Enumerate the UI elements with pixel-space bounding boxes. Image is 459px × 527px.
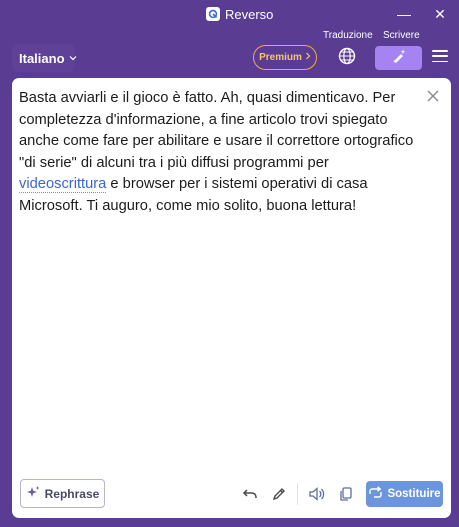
chevron-right-icon: [305, 52, 311, 63]
premium-button[interactable]: Premium: [253, 45, 317, 70]
chevron-down-icon: [69, 53, 77, 63]
pencil-icon[interactable]: [268, 483, 290, 505]
title-bar[interactable]: Reverso — ✕: [0, 0, 459, 28]
replace-label: Sostituire: [387, 488, 441, 500]
copy-icon[interactable]: [335, 483, 357, 505]
language-select[interactable]: Italiano: [12, 44, 77, 72]
translate-mode-label: Traduzione: [323, 30, 373, 41]
write-mode-label: Scrivere: [383, 30, 420, 41]
editor-card: Basta avviarli e il gioco è fatto. Ah, q…: [12, 78, 451, 518]
toolbar-divider: [297, 483, 298, 505]
globe-icon: [338, 47, 356, 70]
editor-text-before-link: Basta avviarli e il gioco è fatto. Ah, q…: [19, 90, 414, 171]
hamburger-icon[interactable]: [432, 48, 448, 64]
premium-label: Premium: [259, 52, 302, 63]
reverso-logo-icon: [206, 7, 220, 21]
close-icon[interactable]: [426, 89, 440, 103]
write-mode-button[interactable]: [375, 46, 422, 70]
replace-button[interactable]: Sostituire: [366, 481, 443, 507]
replace-icon: [368, 486, 383, 502]
pen-sparkle-icon: [391, 48, 407, 69]
speaker-icon[interactable]: [306, 483, 328, 505]
minimize-button[interactable]: —: [393, 4, 415, 24]
translate-mode-button[interactable]: [323, 44, 371, 72]
mode-labels: Traduzione Scrivere: [0, 30, 459, 42]
suggestion-word[interactable]: videoscrittura: [19, 176, 107, 193]
app-title-text: Reverso: [225, 6, 274, 22]
language-select-value: Italiano: [19, 50, 65, 66]
app-title: Reverso: [206, 6, 273, 22]
sparkle-icon: [26, 485, 41, 503]
rephrase-button[interactable]: Rephrase: [20, 479, 105, 508]
rephrase-label: Rephrase: [44, 486, 100, 501]
undo-icon[interactable]: [239, 483, 261, 505]
reverso-window: Reverso — ✕ Traduzione Scrivere Italiano…: [0, 0, 459, 527]
close-window-button[interactable]: ✕: [429, 4, 451, 24]
text-editor[interactable]: Basta avviarli e il gioco è fatto. Ah, q…: [19, 88, 419, 217]
